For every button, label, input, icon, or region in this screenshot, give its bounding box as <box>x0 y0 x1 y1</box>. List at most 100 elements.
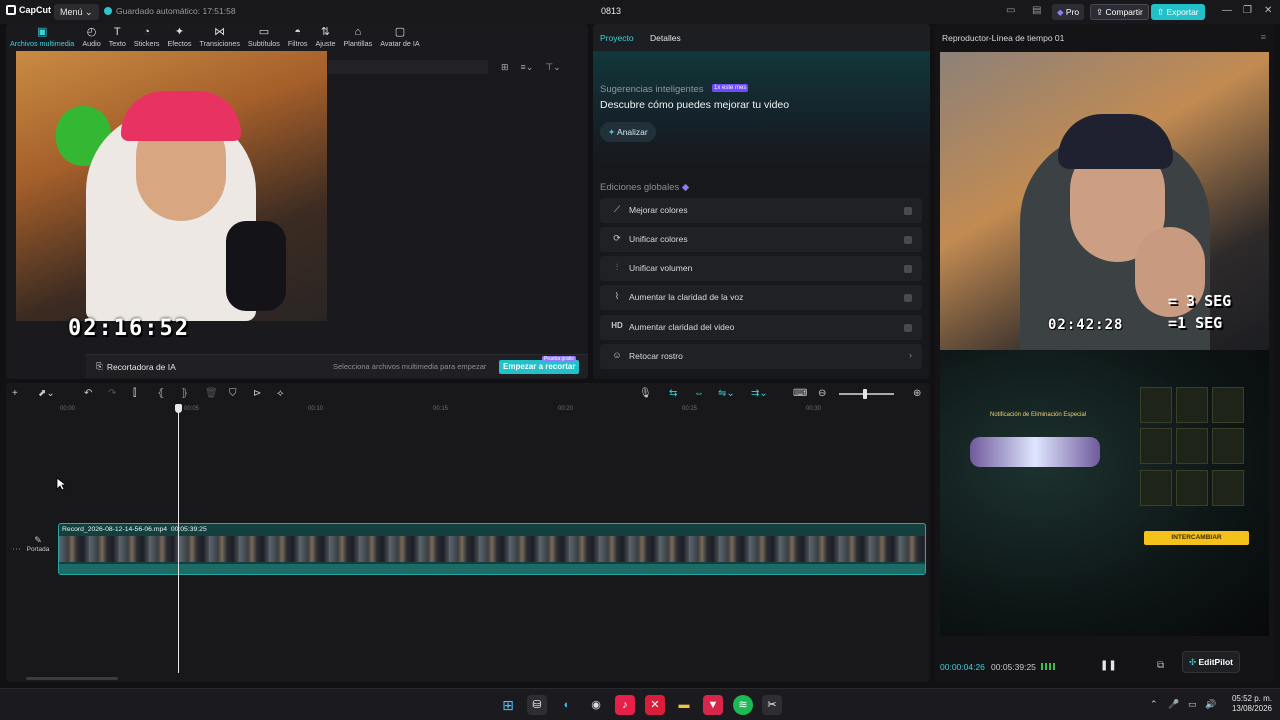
analyze-button[interactable]: ✦ Analizar <box>600 122 656 142</box>
weapon-slot <box>1212 387 1244 423</box>
pro-button[interactable]: ◆ Pro <box>1052 4 1085 20</box>
split-right-icon[interactable]: ⦄ <box>181 388 188 399</box>
toggle-switch[interactable] <box>904 324 912 332</box>
x-app-icon[interactable]: ✕ <box>645 695 665 715</box>
file-explorer-icon[interactable]: ▬ <box>674 695 694 715</box>
tab-project[interactable]: Proyecto <box>600 33 634 43</box>
preview-axis-icon[interactable]: ⇉⌄ <box>751 388 768 399</box>
chrome-icon[interactable]: ◉ <box>586 695 606 715</box>
minimize-icon[interactable]: — <box>1222 5 1232 16</box>
toggle-switch[interactable] <box>904 236 912 244</box>
sort-icon[interactable]: ≡⌄ <box>521 62 534 73</box>
export-button[interactable]: ⇧ Exportar <box>1151 4 1205 20</box>
weapon-slot <box>1140 387 1172 423</box>
tab-subtitles[interactable]: ▭ Subtítulos <box>244 26 284 52</box>
global-edits-label: Ediciones globales <box>600 182 680 193</box>
media-preview-image[interactable] <box>16 51 327 321</box>
menu-icon[interactable]: ≡ <box>1261 32 1266 42</box>
grid-view-icon[interactable]: ⊞ <box>501 62 509 73</box>
global-item-retouch-face[interactable]: ☺ Retocar rostro › <box>600 344 922 369</box>
global-item-label: Unificar volumen <box>629 263 693 273</box>
ai-cutter[interactable]: ⎘ Recortadora de IA <box>96 361 176 372</box>
media-view-controls: ⊞ ≡⌄ ⊤⌄ <box>501 62 561 73</box>
filter-icon[interactable]: ⊤⌄ <box>545 62 560 73</box>
pause-icon[interactable]: ❚❚ <box>1100 660 1117 671</box>
microphone-icon[interactable]: 🎙 <box>639 388 652 399</box>
cover-button[interactable]: ✎ Portada <box>24 535 52 563</box>
captions-icon[interactable]: ⌨ <box>793 388 807 399</box>
zoom-in-icon[interactable]: ⊕ <box>913 388 921 399</box>
maximize-icon[interactable]: ❐ <box>1243 5 1252 16</box>
store-icon[interactable]: ⛁ <box>527 695 547 715</box>
tab-details[interactable]: Detalles <box>650 33 681 43</box>
close-icon[interactable]: ✕ <box>1264 5 1272 16</box>
system-clock[interactable]: 05:52 p. m. 13/08/2026 <box>1222 694 1272 714</box>
menu-button[interactable]: Menú ⌄ <box>54 4 99 20</box>
tab-stickers[interactable]: ◔ Stickers <box>130 26 164 52</box>
network-icon[interactable]: ▭ <box>1188 699 1197 710</box>
linkage-icon[interactable]: ⇋⌄ <box>718 388 735 399</box>
editpilot-button[interactable]: ✣ EditPilot <box>1182 651 1240 673</box>
capcut-taskbar-icon[interactable]: ✂ <box>762 695 782 715</box>
tiktok-icon[interactable]: ♪ <box>615 695 635 715</box>
tab-media[interactable]: ▣ Archivos multimedia <box>6 26 78 52</box>
main-track-magnet-icon[interactable]: ⇆ <box>669 388 677 399</box>
tab-effects[interactable]: ✦ Efectos <box>163 26 195 52</box>
playhead-handle[interactable] <box>175 404 182 413</box>
start-cutting-button[interactable]: Empezar a recortar <box>499 360 580 374</box>
tab-text[interactable]: T Texto <box>105 26 130 52</box>
playhead[interactable] <box>178 405 179 673</box>
freeze-icon[interactable]: ⊳ <box>253 388 261 399</box>
tray-chevron-icon[interactable]: ⌃ <box>1150 699 1158 710</box>
video-preview[interactable]: = 3 SEG =1 SEG 02:42:28 Notificación de … <box>940 52 1269 636</box>
volume-icon[interactable]: 🔊 <box>1205 699 1216 710</box>
subtitles-icon: ▭ <box>258 26 270 38</box>
player-panel: Reproductor-Línea de tiempo 01 ≡ = 3 SEG… <box>935 24 1274 682</box>
auto-snap-icon[interactable]: ⇔ <box>694 388 704 399</box>
video-app-icon[interactable]: ▼ <box>703 695 723 715</box>
global-item-unify-colors[interactable]: ⟳ Unificar colores <box>600 227 922 252</box>
global-item-unify-volume[interactable]: ⫶ Unificar volumen <box>600 256 922 281</box>
toggle-switch[interactable] <box>904 207 912 215</box>
track-options-icon[interactable]: ⋯ <box>12 544 21 555</box>
shortcuts-icon[interactable]: ▤ <box>1032 5 1041 16</box>
auto-cut-icon[interactable]: ⟡ <box>277 388 284 399</box>
clip-audio-waveform <box>59 564 925 574</box>
tab-audio[interactable]: ◴ Audio <box>78 26 104 52</box>
windows-start-icon[interactable]: ⊞ <box>498 695 518 715</box>
mic-tray-icon[interactable]: 🎤 <box>1168 699 1179 710</box>
spotify-icon[interactable]: ≋ <box>733 695 753 715</box>
global-item-enhance-colors[interactable]: ⟋ Mejorar colores <box>600 198 922 223</box>
split-icon[interactable]: ⫿ <box>133 388 136 399</box>
select-tool-icon[interactable]: ⬈⌄ <box>38 388 55 399</box>
media-search-input[interactable] <box>328 60 488 74</box>
global-item-voice-clarity[interactable]: ⌇ Aumentar la claridad de la voz <box>600 285 922 310</box>
zoom-out-icon[interactable]: ⊖ <box>818 388 826 399</box>
layout-icon[interactable]: ▭ <box>1006 5 1015 16</box>
app-logo: CapCut <box>6 5 51 15</box>
menu-label: Menú <box>60 7 83 17</box>
time-ruler[interactable]: 00:00 00:05 00:10 00:15 00:20 00:25 00:3… <box>56 405 926 415</box>
tab-transitions[interactable]: ⋈ Transiciones <box>195 26 243 52</box>
toggle-switch[interactable] <box>904 294 912 302</box>
edge-browser-icon[interactable]: ◐ <box>557 695 577 715</box>
tab-adjust[interactable]: ⇅ Ajuste <box>311 26 339 52</box>
redo-icon[interactable]: ↷ <box>108 388 116 399</box>
project-name[interactable]: 0813 <box>601 6 621 16</box>
video-clip[interactable]: Record_2026-08-12-14-56-06.mp4 00:05:39:… <box>58 523 926 575</box>
tab-filters[interactable]: ◓ Filtros <box>284 26 312 52</box>
share-button[interactable]: ⇪ Compartir <box>1090 4 1149 20</box>
tab-ai-avatar[interactable]: ▢ Avatar de IA <box>376 26 423 52</box>
toggle-switch[interactable] <box>904 265 912 273</box>
tab-templates[interactable]: ⌂ Plantillas <box>339 26 376 52</box>
undo-icon[interactable]: ↶ <box>84 388 92 399</box>
delete-icon[interactable]: 🗑 <box>205 388 218 399</box>
global-item-video-clarity[interactable]: HD Aumentar claridad del video <box>600 315 922 340</box>
crop-ratio-icon[interactable]: ⧉ <box>1157 660 1164 671</box>
app-name: CapCut <box>19 5 51 15</box>
zoom-slider-handle[interactable] <box>863 389 867 399</box>
marker-icon[interactable]: ⛉ <box>229 388 237 399</box>
split-left-icon[interactable]: ⦃ <box>157 388 164 399</box>
add-track-icon[interactable]: + <box>12 388 18 399</box>
horizontal-scrollbar[interactable] <box>26 677 118 680</box>
